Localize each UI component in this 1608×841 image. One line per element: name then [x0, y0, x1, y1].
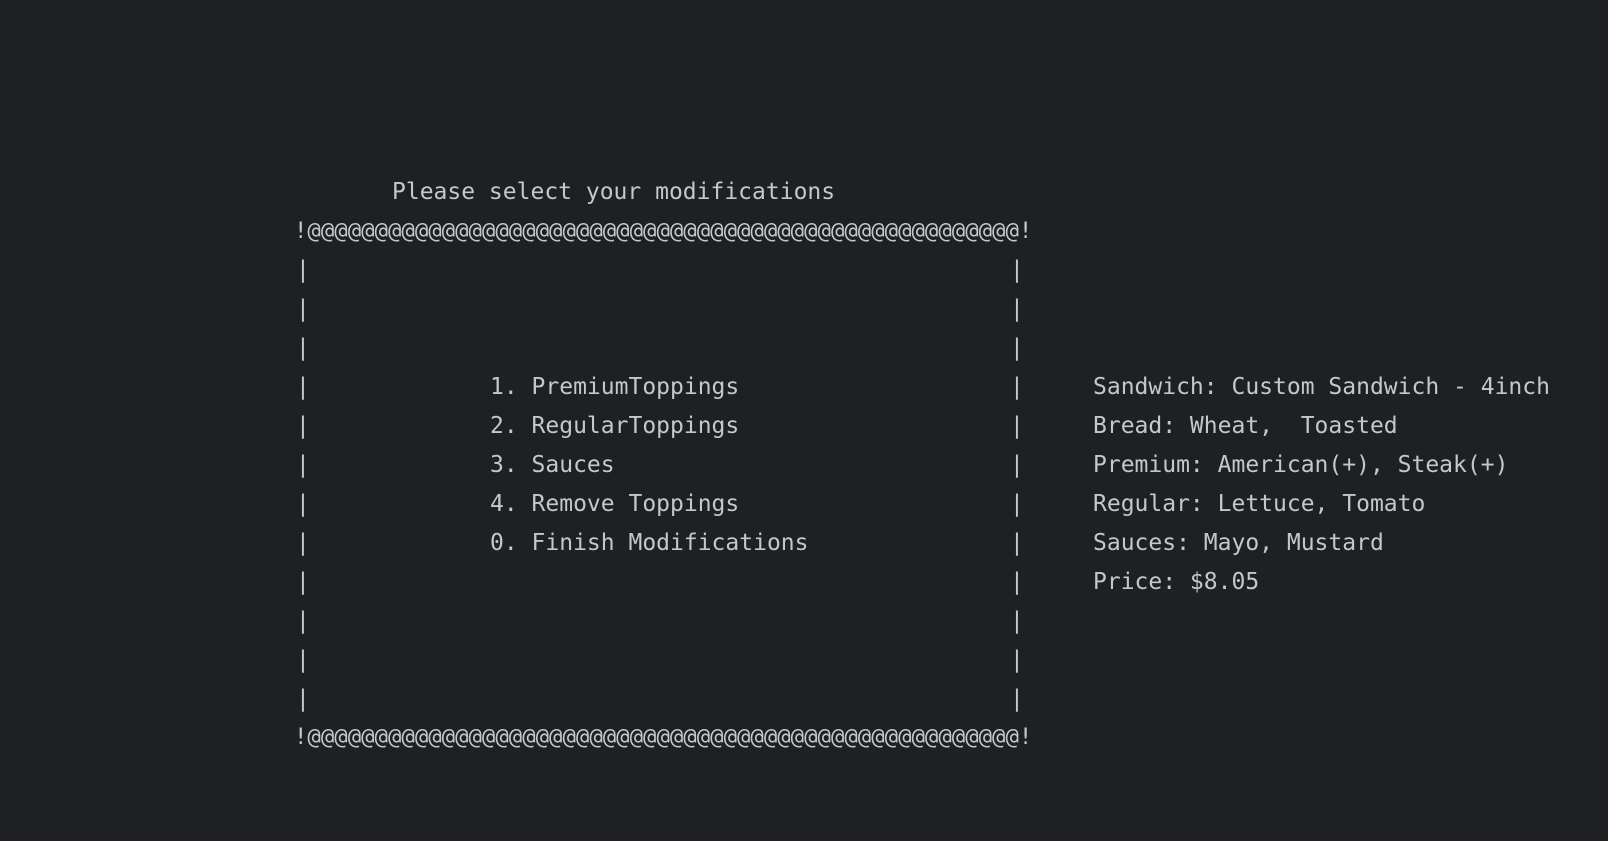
- box-left-edge: |: [296, 296, 310, 322]
- box-bottom-border: !@@@@@@@@@@@@@@@@@@@@@@@@@@@@@@@@@@@@@@@…: [294, 724, 1033, 750]
- box-left-edge: |: [296, 491, 310, 517]
- box-right-edge: |: [1010, 296, 1024, 322]
- menu-item-sauces: 3. Sauces: [490, 452, 615, 478]
- summary-sandwich: Sandwich: Custom Sandwich - 4inch: [1093, 374, 1550, 400]
- menu-item-regular-toppings: 2. RegularToppings: [490, 413, 740, 439]
- box-left-edge: |: [296, 452, 310, 478]
- menu-item-premium-toppings: 1. PremiumToppings: [490, 374, 740, 400]
- box-left-edge: |: [296, 686, 310, 712]
- box-right-edge: |: [1010, 647, 1024, 673]
- box-left-edge: |: [296, 335, 310, 361]
- menu-item-remove-toppings: 4. Remove Toppings: [490, 491, 740, 517]
- box-left-edge: |: [296, 608, 310, 634]
- box-right-edge: |: [1010, 374, 1024, 400]
- box-right-edge: |: [1010, 608, 1024, 634]
- box-left-edge: |: [296, 647, 310, 673]
- box-left-edge: |: [296, 374, 310, 400]
- box-left-edge: |: [296, 530, 310, 556]
- summary-price: Price: $8.05: [1093, 569, 1260, 595]
- box-right-edge: |: [1010, 452, 1024, 478]
- box-right-edge: |: [1010, 413, 1024, 439]
- box-left-edge: |: [296, 569, 310, 595]
- summary-premium: Premium: American(+), Steak(+): [1093, 452, 1509, 478]
- box-left-edge: |: [296, 413, 310, 439]
- summary-bread: Bread: Wheat, Toasted: [1093, 413, 1398, 439]
- summary-regular: Regular: Lettuce, Tomato: [1093, 491, 1426, 517]
- box-left-edge: |: [296, 257, 310, 283]
- terminal-output: Please select your modifications !@@@@@@…: [0, 0, 1608, 841]
- box-top-border: !@@@@@@@@@@@@@@@@@@@@@@@@@@@@@@@@@@@@@@@…: [294, 218, 1033, 244]
- box-right-edge: |: [1010, 335, 1024, 361]
- summary-sauces: Sauces: Mayo, Mustard: [1093, 530, 1384, 556]
- box-right-edge: |: [1010, 686, 1024, 712]
- box-right-edge: |: [1010, 491, 1024, 517]
- box-right-edge: |: [1010, 569, 1024, 595]
- box-right-edge: |: [1010, 530, 1024, 556]
- box-right-edge: |: [1010, 257, 1024, 283]
- prompt-title: Please select your modifications: [392, 179, 836, 205]
- menu-item-finish-modifications: 0. Finish Modifications: [490, 530, 809, 556]
